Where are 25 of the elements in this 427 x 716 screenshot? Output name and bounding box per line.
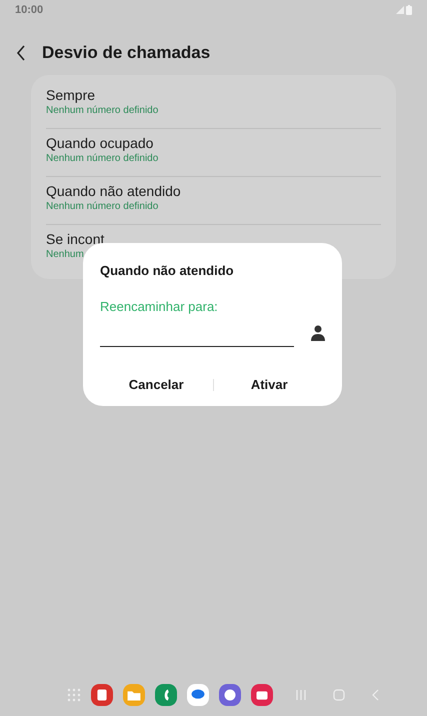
item-subtitle: Nenhum número definido (46, 104, 158, 118)
dialog-button[interactable]: Cancelar (100, 371, 212, 398)
app-icon[interactable] (154, 684, 176, 706)
field-label: Reencaminhar para: (100, 298, 219, 316)
battery-icon (406, 5, 412, 15)
dialog-title: Quando não atendido (100, 262, 235, 280)
item-title: Sempre (46, 86, 96, 104)
item-subtitle: Nenhum número definido (46, 200, 158, 214)
settings-item[interactable]: Sempre Nenhum número definido (46, 81, 381, 129)
page-title: Desvio de chamadas (42, 42, 210, 64)
item-title: Quando ocupado (46, 134, 154, 152)
status-time: 10:00 (15, 2, 44, 18)
app-icon[interactable] (218, 684, 240, 706)
item-title: Quando não atendido (46, 182, 181, 200)
item-subtitle: Nenhum número definido (46, 152, 158, 166)
app-icon[interactable] (250, 684, 272, 706)
signal-icon (396, 6, 404, 14)
person-icon[interactable] (311, 325, 325, 341)
settings-item[interactable]: Quando ocupado Nenhum número definido (46, 129, 381, 177)
item-title: Se incont (46, 230, 104, 248)
item-subtitle: Nenhum (46, 248, 84, 262)
app-icon[interactable] (186, 684, 208, 706)
dialog-button[interactable]: Ativar (214, 371, 325, 398)
settings-item[interactable]: Quando não atendido Nenhum número definido (46, 177, 381, 225)
app-icon[interactable] (90, 684, 112, 706)
